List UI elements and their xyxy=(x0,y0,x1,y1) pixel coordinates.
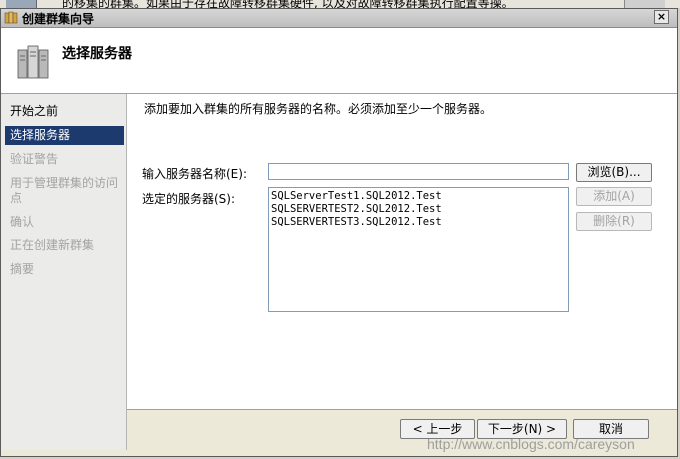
add-button: 添加(A) xyxy=(576,187,652,206)
title-bar[interactable]: 创建群集向导 × xyxy=(1,9,677,28)
nav-step-before-you-begin[interactable]: 开始之前 xyxy=(5,104,124,119)
wizard-content: 添加要加入群集的所有服务器的名称。必须添加至少一个服务器。 输入服务器名称(E)… xyxy=(127,94,677,409)
nav-step-select-servers[interactable]: 选择服务器 xyxy=(5,126,124,145)
selected-servers-label: 选定的服务器(S): xyxy=(142,192,236,206)
list-item[interactable]: SQLServerTest1.SQL2012.Test xyxy=(271,190,566,203)
wizard-header: 选择服务器 xyxy=(1,28,677,94)
server-name-label: 输入服务器名称(E): xyxy=(142,167,247,181)
server-name-input[interactable] xyxy=(268,163,569,180)
remove-button: 删除(R) xyxy=(576,212,652,231)
watermark-url: http://www.cnblogs.com/careyson xyxy=(427,436,635,452)
create-cluster-wizard-window: 创建群集向导 × 选择服务器 开始之前 选择服务器 验证警告 用于管理群集的访问… xyxy=(0,8,678,457)
window-title: 创建群集向导 xyxy=(22,12,95,26)
browse-button[interactable]: 浏览(B)... xyxy=(576,163,652,182)
wizard-step-nav: 开始之前 选择服务器 验证警告 用于管理群集的访问点 确认 正在创建新群集 摘要 xyxy=(1,94,127,450)
instruction-text: 添加要加入群集的所有服务器的名称。必须添加至少一个服务器。 xyxy=(144,102,493,116)
nav-step-summary: 摘要 xyxy=(10,262,35,276)
background-text: 的移集的群集。如果由于存在故障转移群集硬件, 以及对故障转移群集执行配置等操。 xyxy=(62,0,514,8)
nav-step-creating-cluster: 正在创建新群集 xyxy=(10,238,95,252)
nav-step-validation-warning: 验证警告 xyxy=(10,152,59,166)
selected-servers-list[interactable]: SQLServerTest1.SQL2012.Test SQLSERVERTES… xyxy=(268,187,569,312)
nav-step-access-point: 用于管理群集的访问点 xyxy=(10,176,119,205)
page-title: 选择服务器 xyxy=(62,46,132,62)
cluster-icon xyxy=(4,11,18,24)
nav-step-confirmation: 确认 xyxy=(10,215,35,229)
background-scrollbar xyxy=(624,0,665,8)
server-cluster-icon xyxy=(17,45,49,79)
list-item[interactable]: SQLSERVERTEST3.SQL2012.Test xyxy=(271,216,566,229)
close-icon: × xyxy=(656,10,667,23)
background-window-strip: 的移集的群集。如果由于存在故障转移群集硬件, 以及对故障转移群集执行配置等操。 xyxy=(0,0,680,8)
close-button[interactable]: × xyxy=(654,10,669,24)
list-item[interactable]: SQLSERVERTEST2.SQL2012.Test xyxy=(271,203,566,216)
background-app-icon xyxy=(6,0,37,8)
